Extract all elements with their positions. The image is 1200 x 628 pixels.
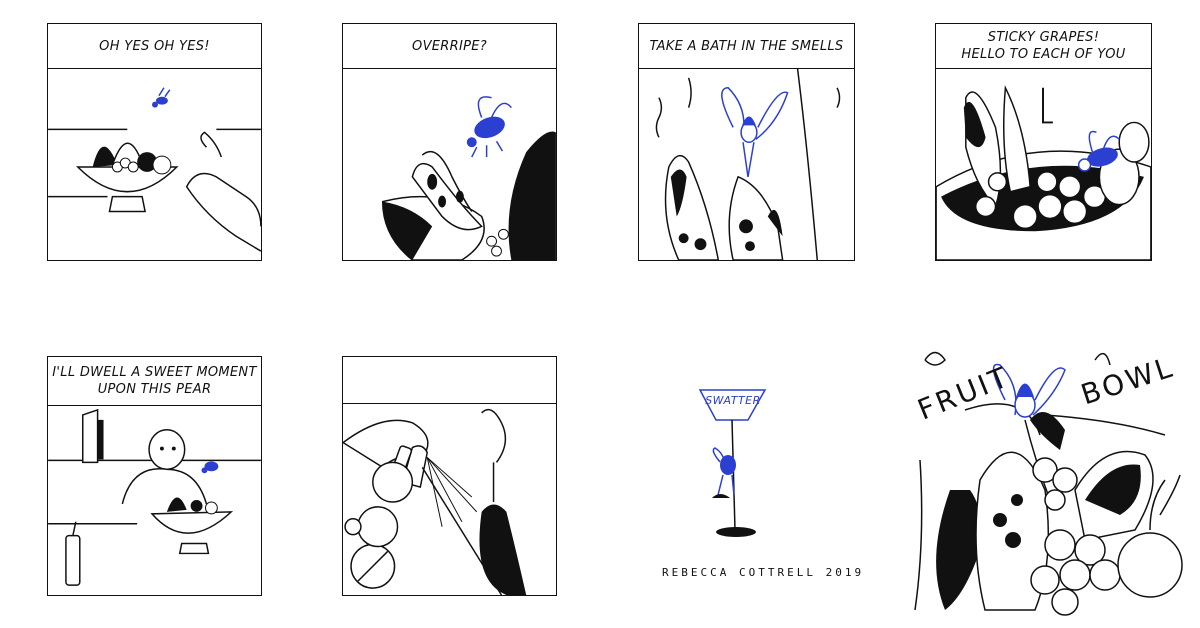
panel-caption: OH YES OH YES!	[48, 24, 261, 69]
comic-panel-4: STICKY GRAPES! HELLO TO EACH OF YOU	[935, 23, 1152, 261]
panel-artwork	[639, 68, 854, 260]
panel-caption: OVERRIPE?	[343, 24, 556, 69]
panel-artwork	[48, 68, 261, 260]
panel-caption: STICKY GRAPES! HELLO TO EACH OF YOU	[936, 24, 1151, 69]
swatter-illustration: SWATTER	[690, 380, 780, 540]
panel-caption: I'LL DWELL A SWEET MOMENT UPON THIS PEAR	[48, 357, 261, 406]
comic-panel-3: TAKE A BATH IN THE SMELLS	[638, 23, 855, 261]
panel-caption	[343, 357, 556, 404]
panel-artwork	[343, 403, 556, 595]
comic-panel-2: OVERRIPE?	[342, 23, 557, 261]
panel-artwork	[343, 68, 556, 260]
panel-caption: TAKE A BATH IN THE SMELLS	[639, 24, 854, 69]
comic-panel-1: OH YES OH YES!	[47, 23, 262, 261]
fruit-bowl-cover-illustration: FRUIT BOWL	[905, 340, 1185, 620]
panel-artwork	[48, 405, 261, 595]
panel-artwork	[936, 68, 1151, 260]
comic-panel-5: I'LL DWELL A SWEET MOMENT UPON THIS PEAR	[47, 356, 262, 596]
comic-panel-6	[342, 356, 557, 596]
swatter-label: SWATTER	[705, 394, 761, 407]
artist-signature: REBECCA COTTRELL 2019	[662, 566, 865, 579]
